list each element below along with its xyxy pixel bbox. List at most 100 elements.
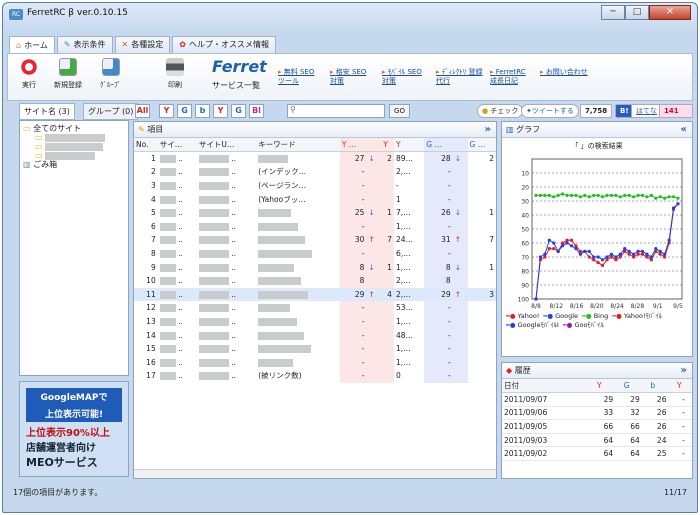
tab-display[interactable]: ✎ 表示条件	[56, 36, 113, 53]
run-icon	[20, 58, 38, 76]
column-header[interactable]: サイ…	[157, 138, 197, 153]
legend-item[interactable]: ━● Yahoo!	[506, 312, 539, 320]
link-mobile-seo[interactable]: ﾓﾊﾞｲﾙ SEO対策	[382, 68, 422, 86]
table-row[interactable]: 2 .. .. (インデック… -2,… -	[134, 165, 496, 179]
tree-item[interactable]: ▭	[23, 133, 125, 142]
table-row[interactable]: 12 .. .. - 53… -	[134, 301, 496, 315]
legend-item[interactable]: ━● Bing	[582, 312, 608, 320]
tab-group[interactable]: グループ (0)	[83, 103, 139, 120]
table-cell: -	[339, 178, 367, 193]
column-header[interactable]: Y	[393, 138, 425, 153]
column-header[interactable]: サイトU…	[196, 138, 257, 153]
table-row[interactable]: 7 .. .. 30 ↑ 7 24… 31 ↑ 7	[134, 233, 496, 247]
legend-item[interactable]: ━● Gooﾓﾊﾞｲﾙ	[563, 321, 604, 329]
collapse-button[interactable]: «	[681, 122, 687, 138]
filter-bing-button[interactable]: b	[195, 104, 210, 118]
hatena-users[interactable]: 141 users	[659, 104, 693, 127]
run-button[interactable]: 実行	[20, 58, 38, 90]
filter-google-mobile-button[interactable]: G	[231, 104, 246, 118]
history-row[interactable]: 2011/09/07 29 29 26-	[502, 392, 692, 407]
table-row[interactable]: 11 .. .. 29 ↑ 4 2,… 29 ↑ 3	[134, 287, 496, 302]
table-row[interactable]: 6 .. .. - 1,… -	[134, 219, 496, 234]
link-free-seo-tools[interactable]: 無料 SEOツール	[278, 68, 318, 86]
tab-label: 各種設定	[131, 40, 164, 49]
history-column-header[interactable]: Y	[595, 379, 622, 394]
filter-google-button[interactable]: G	[177, 104, 192, 118]
table-row[interactable]: 1 .. .. 27 ↓ 2 89… 28 ↓ 2	[134, 151, 496, 166]
expand-button[interactable]: »	[485, 122, 491, 138]
ferret-logo[interactable]: Ferret	[212, 57, 267, 76]
meo-advert[interactable]: GoogleMAPで 上位表示可能! 上位表示90%以上 店舗運営者向け MEO…	[19, 381, 129, 477]
horizontal-scrollbar[interactable]	[134, 469, 496, 478]
history-row[interactable]: 2011/09/05 66 66 26-	[502, 419, 692, 434]
check-button[interactable]: ● チェック	[477, 104, 524, 118]
legend-item[interactable]: ━● GoogleﾓﾊﾞｲﾙI	[506, 321, 559, 329]
table-row[interactable]: 15 .. .. - 1,… -	[134, 341, 496, 356]
folder-icon: ▭	[35, 151, 43, 160]
ranking-panel: ✎ 項目» No. サイ… サイトU… キーワード Y … Y Y G … G … 1 .. .…	[133, 121, 497, 479]
link-cheap-seo[interactable]: 格安 SEO対策	[330, 68, 370, 86]
table-row[interactable]: 3 .. .. (ページラン… - - -	[134, 178, 496, 193]
folder-icon: ✎	[138, 125, 145, 134]
column-header[interactable]: G …	[424, 138, 453, 153]
history-row[interactable]: 2011/09/03 64 64 24-	[502, 433, 692, 448]
search-input[interactable]: ⚲	[287, 104, 385, 118]
tab-settings[interactable]: ✕ 各種設定	[114, 36, 171, 53]
close-button[interactable]: ✕	[649, 5, 691, 20]
column-header[interactable]	[452, 138, 468, 153]
column-header[interactable]: Y …	[339, 138, 367, 153]
history-column-header[interactable]: G	[621, 379, 649, 394]
table-cell: 1,…	[395, 357, 411, 367]
filter-yahoo-mobile-button[interactable]: Y	[213, 104, 228, 118]
history-expand-button[interactable]: »	[681, 363, 687, 379]
y-tick-label: 10	[521, 171, 529, 178]
table-row[interactable]: 16 .. .. - 1,… -	[134, 355, 496, 370]
table-row[interactable]: 17 .. .. (被リンク数) -0-	[134, 369, 496, 383]
table-cell	[381, 178, 394, 193]
tab-site-name[interactable]: サイト名 (3)	[19, 103, 75, 120]
column-header[interactable]	[366, 138, 382, 153]
legend-item[interactable]: ━● Yahoo!ﾓﾊﾞｲﾙ	[612, 312, 662, 320]
column-header[interactable]: G …	[467, 138, 496, 153]
filter-yahoo-button[interactable]: Y	[159, 104, 174, 118]
link-contact[interactable]: お問い合わせ	[540, 68, 600, 77]
filter-all-button[interactable]: All	[135, 104, 150, 118]
new-register-label: 新規登録	[54, 81, 82, 89]
history-column-header[interactable]: b	[648, 379, 676, 394]
go-button[interactable]: GO	[389, 104, 410, 118]
link-growth-diary[interactable]: FerretRC 成長日記	[490, 68, 534, 86]
table-row[interactable]: 4 .. .. (Yahooブッ… -1-	[134, 192, 496, 206]
legend-item[interactable]: ━● Google	[543, 312, 578, 320]
new-register-button[interactable]: 新規登録	[54, 58, 82, 90]
table-row[interactable]: 9 .. .. 8 ↓ 1 1,… 8 ↓ 1	[134, 260, 496, 274]
history-row[interactable]: 2011/09/06 33 32 26-	[502, 406, 692, 421]
table-row[interactable]: 13 .. .. - 1,… -	[134, 314, 496, 329]
tree-root[interactable]: ▭ 全てのサイト	[23, 124, 125, 133]
column-header[interactable]: Y	[381, 138, 394, 153]
history-row[interactable]: 2011/09/02 64 64 25-	[502, 446, 692, 462]
minimize-button[interactable]: ─	[601, 5, 625, 20]
history-column-header[interactable]: 日付	[502, 379, 596, 394]
filter-goo-mobile-button[interactable]: Bl	[249, 104, 264, 118]
service-list-link[interactable]: サービス一覧	[212, 80, 260, 91]
print-button[interactable]: 印刷	[166, 58, 184, 90]
tab-help[interactable]: ✿ ヘルプ・オススメ情報	[172, 36, 276, 53]
table-row[interactable]: 10 .. .. 8 2,… 8	[134, 273, 496, 288]
tree-item[interactable]: ▭	[23, 151, 125, 160]
hatena-link[interactable]: はてな	[631, 104, 662, 118]
tree-item[interactable]: ▭	[23, 142, 125, 151]
maximize-button[interactable]: □	[625, 5, 649, 20]
link-directory-service[interactable]: ﾃﾞｨﾚｸﾄﾘ 登録代行	[436, 68, 484, 86]
table-cell: ↓	[366, 260, 382, 274]
history-column-header[interactable]: Y	[675, 379, 692, 394]
table-row[interactable]: 14 .. .. - 48… -	[134, 328, 496, 342]
table-cell: ↑	[452, 233, 468, 247]
tree-trash[interactable]: ▥ ごみ箱	[23, 160, 125, 169]
tweet-button[interactable]: ✦ツイートする	[521, 104, 579, 118]
table-row[interactable]: 8 .. .. - 6,… -	[134, 246, 496, 261]
tab-home[interactable]: ⌂ ホーム	[9, 36, 55, 54]
table-row[interactable]: 5 .. .. 25 ↓ 1 7,… 26 ↓ 1	[134, 205, 496, 220]
column-header[interactable]: キーワード	[256, 138, 340, 153]
column-header[interactable]: No.	[134, 138, 158, 153]
group-button[interactable]: ｸﾞﾙｰﾌﾟ	[100, 58, 121, 90]
